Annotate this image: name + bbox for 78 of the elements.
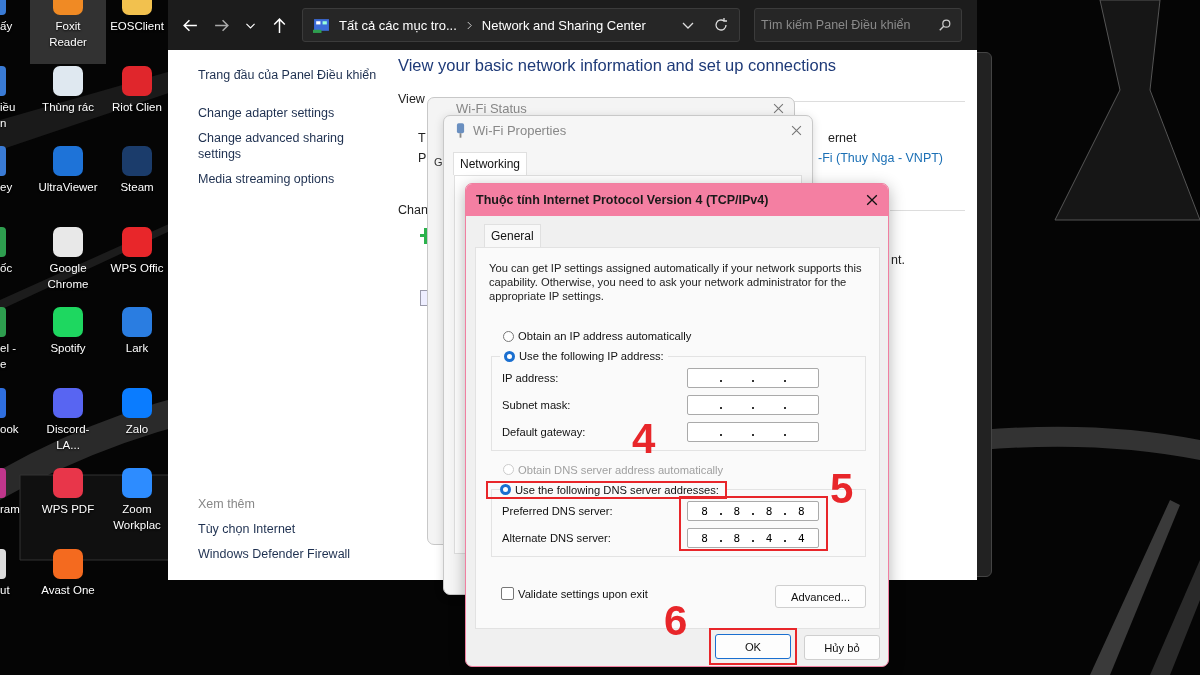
dialog-title: Thuộc tính Internet Protocol Version 4 (TCP/IPv4) — [476, 193, 769, 207]
breadcrumb-item[interactable]: Tất cả các mục tro... — [339, 17, 457, 33]
page-heading: View your basic network information and set up connections — [398, 56, 838, 75]
step-number: 6 — [664, 600, 688, 642]
advanced-button[interactable]: Advanced... — [775, 585, 866, 608]
sidebar-link[interactable]: Change advanced sharing settings — [198, 130, 358, 162]
field-label: IP address: — [502, 371, 560, 384]
sidebar-link[interactable]: Trang đầu của Panel Điều khiển — [198, 67, 398, 83]
desktop-icon[interactable]: Lark — [106, 305, 168, 386]
breadcrumb-item[interactable]: Network and Sharing Center — [481, 17, 646, 33]
radio-option[interactable]: Use the following IP address: — [500, 347, 668, 365]
desktop-icon[interactable]: ốc — [0, 224, 26, 305]
desktop-icon[interactable]: Avast One — [30, 546, 106, 627]
section-label: P — [418, 151, 427, 165]
desktop-icon[interactable]: ram — [0, 466, 26, 547]
desktop-icon[interactable]: Thùng rác — [30, 63, 106, 144]
desktop-icon[interactable]: Steam — [106, 144, 168, 225]
field-label: Subnet mask: — [502, 398, 572, 411]
tab[interactable]: Networking — [453, 152, 528, 175]
desktop-icon[interactable]: WPS Offic — [106, 224, 168, 305]
field-label: Default gateway: — [502, 425, 587, 438]
field-label: Alternate DNS server: — [502, 532, 612, 544]
tab[interactable]: G — [434, 156, 443, 168]
desktop-icon[interactable]: ey — [0, 144, 26, 225]
up-arrow-icon[interactable] — [271, 16, 288, 34]
desktop-icon[interactable]: Zalo — [106, 385, 168, 466]
ip-address-field[interactable] — [687, 367, 819, 388]
network-link[interactable]: -Fi (Thuy Nga - VNPT) — [818, 151, 943, 165]
step-number: 5 — [830, 468, 854, 510]
desktop-icon[interactable]: iều n — [0, 63, 26, 144]
section-label: T — [418, 131, 426, 145]
ip-address-field[interactable] — [687, 394, 819, 415]
desktop-icon[interactable]: el - e — [0, 305, 26, 386]
ok-button[interactable]: OK — [715, 634, 791, 659]
description-text: You can get IP settings assigned automatically if your network supports this capability. Otherwise, you need to ask your network administrator for the appropriate IP settings. — [489, 261, 863, 303]
section-label: Chan — [398, 203, 428, 217]
ip-address-field[interactable]: 8 8 4 4 — [687, 528, 819, 548]
desktop-icon[interactable]: Zoom Workplac — [106, 466, 168, 547]
desktop-icon[interactable]: Riot Clien — [106, 63, 168, 144]
desktop-icon[interactable]: UltraViewer — [30, 144, 106, 225]
address-bar[interactable]: Tất cả các mục tro... Network and Sharing Center — [302, 8, 740, 42]
section-label: nt. — [891, 253, 905, 267]
network-adapter-icon — [456, 122, 465, 138]
control-panel-icon — [313, 16, 330, 34]
window-title: Wi-Fi Properties — [473, 122, 567, 138]
ip-address-field[interactable] — [687, 421, 819, 442]
desktop-icon[interactable]: Google Chrome — [30, 224, 106, 305]
radio-option[interactable]: Use the following DNS server addresses: — [486, 480, 727, 499]
desktop-icon[interactable]: EOSClient — [106, 0, 168, 64]
desktop-icon[interactable]: Discord-LA... — [30, 385, 106, 466]
tab[interactable]: General — [484, 224, 541, 247]
chevron-right-icon — [465, 20, 473, 30]
section-label: View — [398, 92, 425, 106]
desktop-icon[interactable]: ook — [0, 385, 26, 466]
step-number: 4 — [632, 418, 656, 460]
sidebar-link[interactable]: Change adapter settings — [198, 105, 358, 121]
see-also-heading: Xem thêm — [198, 497, 256, 511]
close-icon[interactable] — [791, 124, 802, 136]
sidebar-link[interactable]: Tùy chọn Internet — [198, 521, 358, 537]
close-icon[interactable] — [773, 102, 784, 114]
desktop-icon[interactable]: Spotify — [30, 305, 106, 386]
sidebar-link[interactable]: Windows Defender Firewall — [198, 546, 358, 562]
field-label: Preferred DNS server: — [502, 505, 614, 517]
refresh-icon[interactable] — [713, 17, 729, 33]
close-icon[interactable] — [866, 194, 878, 206]
section-label: ernet — [828, 131, 857, 145]
search-icon — [938, 18, 952, 32]
cancel-button[interactable]: Hủy bỏ — [804, 635, 880, 660]
desktop-icon[interactable]: Foxit Reader — [30, 0, 106, 64]
desktop-icon[interactable]: ut — [0, 546, 26, 627]
desktop-icon[interactable]: ấy — [0, 0, 26, 64]
search-field[interactable]: Tìm kiếm Panel Điều khiển — [754, 8, 962, 42]
radio-option[interactable]: Obtain an IP address automatically — [499, 327, 696, 345]
ip-address-field[interactable]: 8 8 8 8 — [687, 501, 819, 521]
sidebar-link[interactable]: Media streaming options — [198, 171, 358, 187]
checkbox[interactable]: Validate settings upon exit — [501, 587, 648, 600]
window-title: Wi-Fi Status — [456, 100, 527, 116]
desktop-icon[interactable]: WPS PDF — [30, 466, 106, 547]
